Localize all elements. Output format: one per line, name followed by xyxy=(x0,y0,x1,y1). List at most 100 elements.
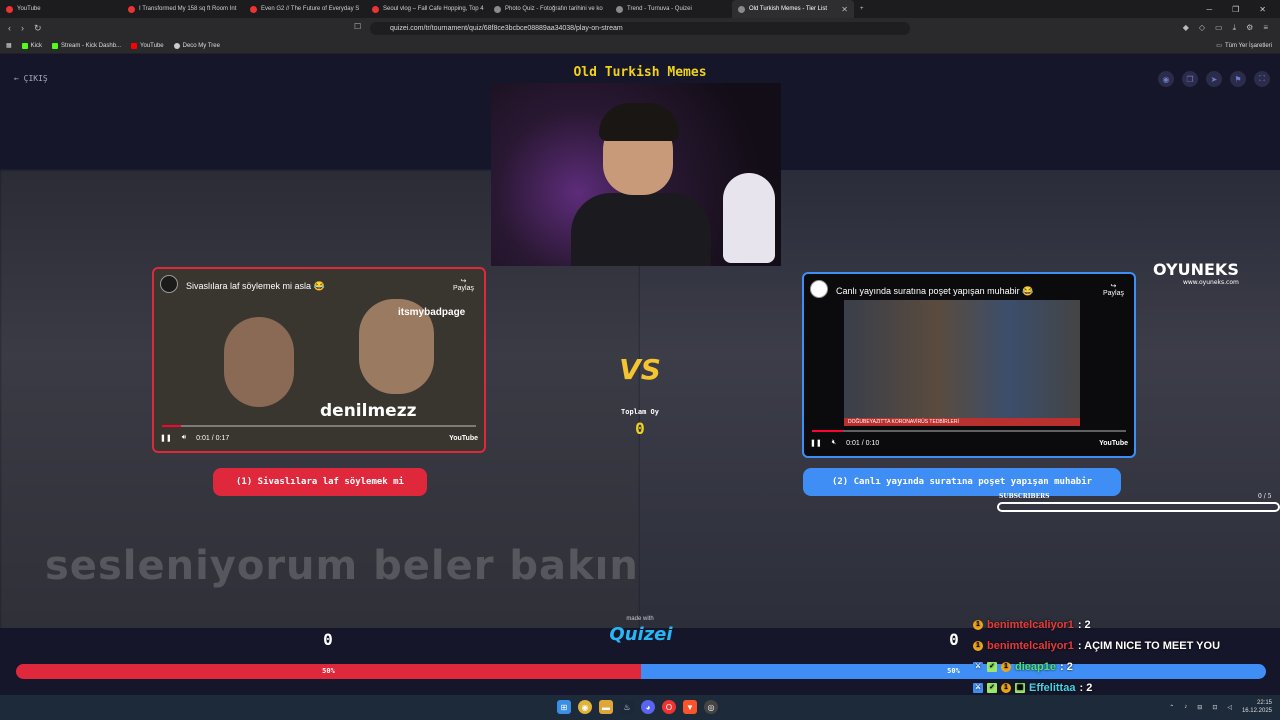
copy-icon[interactable]: ❐ xyxy=(1182,71,1198,87)
url-field[interactable]: quizei.com/tr/tournament/quiz/68f8ce3bcb… xyxy=(370,22,910,35)
background-caption: sesleniyorum beler bakın xyxy=(45,543,639,589)
sub-badge-icon: 1 xyxy=(1001,682,1011,693)
kick-icon xyxy=(21,42,28,49)
eye-icon[interactable]: ◉ xyxy=(1158,71,1174,87)
tab-photo-quiz[interactable]: Photo Quiz - Fotoğrafın tarihini ve ko xyxy=(488,0,610,18)
bookmarks-bar: ▦ Kick Stream - Kick Dashb... YouTube De… xyxy=(0,38,1280,54)
vs-icon: VS xyxy=(619,353,661,386)
pause-icon[interactable]: ❚❚ xyxy=(810,439,822,447)
page-title: Old Turkish Memes xyxy=(573,65,707,80)
volume-icon[interactable]: ◁ xyxy=(1227,704,1232,711)
quizei-icon xyxy=(616,5,623,13)
new-tab-button[interactable]: + xyxy=(854,0,874,18)
right-video-player[interactable]: DOĞUBEYAZIT'TA KORONAVİRÜS TEDBİRLERİ Ca… xyxy=(802,272,1136,458)
moderator-badge-icon: ⚔ xyxy=(973,661,983,672)
bookmark-deco[interactable]: Deco My Tree xyxy=(173,42,220,49)
nav-controls: ‹ › ↻ xyxy=(0,23,42,34)
bookmark-kick-dashboard[interactable]: Stream - Kick Dashb... xyxy=(52,42,121,49)
volume-icon[interactable]: 🔊︎ xyxy=(182,434,186,442)
youtube-logo[interactable]: YouTube xyxy=(1099,440,1128,447)
option-1-button[interactable]: (1) Sivaslılara laf söylemek mi xyxy=(213,468,427,496)
speaker-icon xyxy=(738,5,745,13)
send-icon[interactable]: ➤ xyxy=(1206,71,1222,87)
youtube-logo[interactable]: YouTube xyxy=(449,435,478,442)
tab-seoul[interactable]: Seoul vlog – Fall Cafe Hopping, Top 4 xyxy=(366,0,488,18)
quiz-page: sesleniyorum beler bakın ← ÇIKIŞ Old Tur… xyxy=(0,55,1280,695)
quizei-logo[interactable]: Quizei xyxy=(608,624,674,645)
download-icon[interactable]: ⤓ xyxy=(1233,23,1237,33)
video-progress[interactable] xyxy=(812,430,1126,432)
channel-avatar[interactable] xyxy=(160,275,178,293)
sidebar-icon[interactable]: ▭ xyxy=(1215,23,1223,33)
youtube-icon xyxy=(131,42,138,49)
youtube-icon xyxy=(372,5,379,13)
close-tab-icon[interactable]: ✕ xyxy=(841,5,848,14)
extension-icon[interactable]: ◇ xyxy=(1199,23,1205,33)
all-bookmarks[interactable]: ▭ Tüm Yer İşaretleri xyxy=(1216,42,1272,50)
steam-icon[interactable]: ♨ xyxy=(620,700,634,714)
close-window-icon[interactable]: ✕ xyxy=(1259,5,1266,14)
microphone-icon[interactable]: ♪ xyxy=(1184,704,1187,710)
video-title[interactable]: Sivaslılara laf söylemek mi asla 😂 xyxy=(186,281,325,292)
top-action-icons: ◉ ❐ ➤ ⚑ ⛶ xyxy=(1158,71,1270,87)
right-score: 0 xyxy=(949,630,959,649)
maximize-icon[interactable]: ❐ xyxy=(1232,5,1239,14)
total-votes-label: Toplam Oy xyxy=(621,408,659,416)
back-icon[interactable]: ‹ xyxy=(8,23,11,34)
tab-even-g2[interactable]: Even G2 // The Future of Everyday S xyxy=(244,0,366,18)
chat-text: : 2 xyxy=(1077,618,1091,631)
folder-icon[interactable]: ▬ xyxy=(599,700,613,714)
sponsor-logo: OYUNEKS www.oyuneks.com xyxy=(1153,260,1239,286)
menu-icon[interactable]: ≡ xyxy=(1263,23,1268,33)
tab-room[interactable]: I Transformed My 158 sq ft Room Int xyxy=(122,0,244,18)
reload-icon[interactable]: ↻ xyxy=(34,23,42,34)
flag-icon[interactable]: ⚑ xyxy=(1230,71,1246,87)
video-caption: denilmezz xyxy=(320,401,417,421)
video-time: 0:01 / 0:10 xyxy=(846,439,880,447)
chrome-icon[interactable]: ◉ xyxy=(578,700,592,714)
video-title[interactable]: Canlı yayında suratına poşet yapışan muh… xyxy=(836,286,1033,297)
channel-avatar[interactable] xyxy=(810,280,828,298)
settings-icon[interactable]: ⚙ xyxy=(1246,23,1253,33)
network-icon[interactable]: ⊡ xyxy=(1212,704,1217,711)
minimize-icon[interactable]: ─ xyxy=(1206,5,1212,14)
chevron-up-icon[interactable]: ⌃ xyxy=(1169,704,1174,711)
share-button[interactable]: ↪ Paylaş xyxy=(1103,282,1124,297)
video-watermark: itsmybadpage xyxy=(398,307,466,318)
moderator-badge-icon: ⚔ xyxy=(973,682,983,693)
clock[interactable]: 22:15 16.12.2025 xyxy=(1242,699,1272,715)
bookmark-icon[interactable]: ☐ xyxy=(354,22,361,31)
apps-icon[interactable]: ▦ xyxy=(6,42,12,49)
fullscreen-icon[interactable]: ⛶ xyxy=(1254,71,1270,87)
forward-icon[interactable]: › xyxy=(21,23,24,34)
language-icon[interactable]: ⊟ xyxy=(1197,704,1202,711)
extension-icon[interactable]: ◆ xyxy=(1183,23,1189,33)
streamer-hair xyxy=(599,103,679,141)
discord-icon[interactable]: ◕ xyxy=(641,700,655,714)
bookmark-kick[interactable]: Kick xyxy=(21,42,42,49)
brave-icon[interactable]: ▼ xyxy=(683,700,697,714)
chat-message: 1 benimtelcaliyor1 : 2 xyxy=(973,614,1273,635)
bookmark-youtube[interactable]: YouTube xyxy=(131,42,164,49)
left-video-player[interactable]: Sivaslılara laf söylemek mi asla 😂 ↪ Payl… xyxy=(152,267,486,453)
video-controls: ❚❚ 🔇︎ 0:01 / 0:10 YouTube xyxy=(810,436,1128,450)
pause-icon[interactable]: ❚❚ xyxy=(160,434,172,442)
chat-overlay: 1 benimtelcaliyor1 : 2 1 benimtelcaliyor… xyxy=(973,614,1273,695)
chat-message: ⚔ ✓ 1 dieap1e : 2 xyxy=(973,656,1273,677)
exit-button[interactable]: ← ÇIKIŞ xyxy=(14,74,48,83)
tab-old-turkish-memes[interactable]: Old Turkish Memes - Tier List ✕ xyxy=(732,0,854,18)
opera-icon[interactable]: O xyxy=(662,700,676,714)
option-2-button[interactable]: (2) Canlı yayında suratına poşet yapışan… xyxy=(803,468,1121,496)
video-progress[interactable] xyxy=(162,425,476,427)
tab-trend[interactable]: Trend - Turnuva - Quizei xyxy=(610,0,732,18)
obs-icon[interactable]: ◎ xyxy=(704,700,718,714)
subscribers-label: SUBSCRIBERS xyxy=(999,493,1050,500)
start-icon[interactable]: ⊞ xyxy=(557,700,571,714)
anime-mascot xyxy=(723,173,775,263)
made-with-label: made with xyxy=(626,616,654,622)
verified-badge-icon: ✓ xyxy=(987,682,997,693)
share-button[interactable]: ↪ Paylaş xyxy=(453,277,474,292)
mute-icon[interactable]: 🔇︎ xyxy=(832,439,836,447)
gift-badge-icon: ▦ xyxy=(1015,682,1025,693)
tab-youtube[interactable]: YouTube xyxy=(0,0,122,18)
